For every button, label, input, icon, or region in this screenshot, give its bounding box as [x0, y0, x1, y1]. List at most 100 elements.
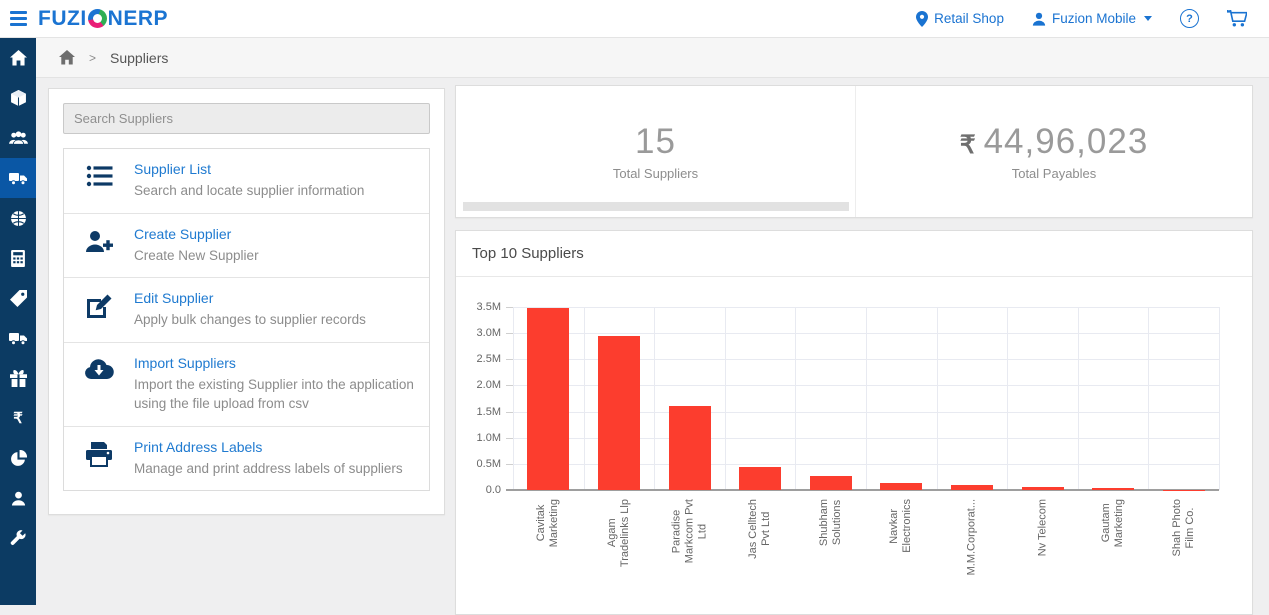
chevron-down-icon: [1144, 16, 1152, 21]
gridline-vertical: [654, 307, 655, 490]
user-plus-icon: [64, 226, 134, 254]
rupee-currency-symbol: ₹: [960, 131, 976, 159]
y-axis-tick: [506, 307, 513, 308]
y-axis-label: 1.5M: [456, 406, 501, 418]
sidebar-item-promotions[interactable]: [0, 358, 36, 398]
app-logo[interactable]: FUZI NERP: [38, 7, 168, 31]
print-address-labels-link[interactable]: Print Address Labels: [134, 439, 262, 455]
y-axis-tick: [506, 412, 513, 413]
x-axis-label: Shah Photo Film Co.: [1184, 499, 1210, 562]
rupee-icon: ₹: [13, 409, 23, 427]
sidebar-item-suppliers[interactable]: [0, 158, 36, 198]
x-axis-label: Jas Celltech Pvt Ltd: [760, 499, 786, 564]
supplier-list-desc: Search and locate supplier information: [134, 181, 421, 201]
sidebar-item-products[interactable]: [0, 78, 36, 118]
user-menu[interactable]: Fuzion Mobile: [1032, 11, 1152, 26]
gridline-vertical: [795, 307, 796, 490]
truck-icon: [9, 171, 28, 186]
logo-circle-icon: [88, 9, 107, 28]
total-suppliers-stat: 15 Total Suppliers: [456, 86, 856, 217]
topbar-actions: Retail Shop Fuzion Mobile ?: [916, 9, 1247, 28]
logo-text-suffix: NERP: [108, 7, 168, 31]
breadcrumb-current-page: Suppliers: [110, 50, 168, 66]
chart-bar: [598, 336, 640, 490]
store-label: Retail Shop: [934, 11, 1004, 26]
location-pin-icon: [916, 11, 928, 27]
sidebar-item-profile[interactable]: [0, 478, 36, 518]
total-suppliers-value: 15: [635, 122, 676, 162]
user-icon: [1032, 12, 1046, 26]
y-axis-label: 1.0M: [456, 432, 501, 444]
cart-icon[interactable]: [1227, 10, 1247, 27]
y-axis-label: 0.5M: [456, 458, 501, 470]
calculator-icon: [11, 250, 25, 267]
chart-bar: [1022, 487, 1064, 490]
menu-item-print-address-labels[interactable]: Print Address Labels Manage and print ad…: [64, 426, 429, 491]
y-axis-label: 3.0M: [456, 327, 501, 339]
stats-horizontal-scrollbar[interactable]: [463, 202, 849, 211]
gridline-vertical: [1148, 307, 1149, 490]
x-axis-label: Cavitak Marketing: [548, 499, 574, 552]
menu-item-supplier-list[interactable]: Supplier List Search and locate supplier…: [64, 149, 429, 213]
top-suppliers-chart-card: Top 10 Suppliers 0.00.5M1.0M1.5M2.0M2.5M…: [455, 230, 1253, 615]
y-axis-tick: [506, 359, 513, 360]
total-payables-label: Total Payables: [1012, 166, 1097, 181]
gridline-vertical: [1219, 307, 1220, 490]
gridline-horizontal: [513, 333, 1219, 334]
help-glyph: ?: [1186, 13, 1193, 25]
printer-icon: [64, 439, 134, 467]
chart-bar: [1092, 488, 1134, 490]
edit-supplier-link[interactable]: Edit Supplier: [134, 290, 213, 306]
user-label: Fuzion Mobile: [1052, 11, 1136, 26]
y-axis-tick: [506, 385, 513, 386]
hamburger-menu-icon[interactable]: [0, 0, 36, 38]
chart-bar: [810, 476, 852, 490]
main-content: Supplier List Search and locate supplier…: [36, 78, 1269, 605]
create-supplier-desc: Create New Supplier: [134, 246, 421, 266]
menu-item-create-supplier[interactable]: Create Supplier Create New Supplier: [64, 213, 429, 278]
chart-bar: [951, 485, 993, 490]
gridline-vertical: [584, 307, 585, 490]
help-button[interactable]: ?: [1180, 9, 1199, 28]
print-address-labels-desc: Manage and print address labels of suppl…: [134, 459, 421, 479]
chart-bar: [669, 406, 711, 490]
menu-item-edit-supplier[interactable]: Edit Supplier Apply bulk changes to supp…: [64, 277, 429, 342]
users-icon: [9, 131, 28, 146]
sidebar-item-home[interactable]: [0, 38, 36, 78]
sidebar-item-web[interactable]: [0, 198, 36, 238]
home-icon: [10, 50, 27, 66]
search-input[interactable]: [63, 103, 430, 134]
sidebar-item-shipping[interactable]: [0, 318, 36, 358]
sidebar-item-finance[interactable]: ₹: [0, 398, 36, 438]
total-suppliers-label: Total Suppliers: [613, 166, 698, 181]
store-selector[interactable]: Retail Shop: [916, 11, 1004, 27]
supplier-list-link[interactable]: Supplier List: [134, 161, 211, 177]
sidebar-item-reports[interactable]: [0, 438, 36, 478]
sidebar-item-settings[interactable]: [0, 518, 36, 558]
left-sidebar-nav: ₹: [0, 38, 36, 605]
chart-bar: [739, 467, 781, 490]
x-axis-label: Gautam Marketing: [1113, 499, 1139, 552]
y-axis-tick: [506, 438, 513, 439]
gridline-vertical: [937, 307, 938, 490]
breadcrumb: > Suppliers: [36, 38, 1269, 78]
gridline-vertical: [1078, 307, 1079, 490]
sidebar-item-accounting[interactable]: [0, 238, 36, 278]
cloud-download-icon: [64, 355, 134, 380]
import-suppliers-link[interactable]: Import Suppliers: [134, 355, 236, 371]
logo-text-prefix: FUZI: [38, 7, 87, 31]
breadcrumb-home-icon[interactable]: [59, 50, 75, 65]
y-axis-label: 0.0: [456, 484, 501, 496]
edit-icon: [64, 290, 134, 319]
sidebar-item-customers[interactable]: [0, 118, 36, 158]
y-axis-tick: [506, 333, 513, 334]
menu-item-import-suppliers[interactable]: Import Suppliers Import the existing Sup…: [64, 342, 429, 426]
create-supplier-link[interactable]: Create Supplier: [134, 226, 231, 242]
truck-icon: [9, 331, 28, 346]
gridline-vertical: [866, 307, 867, 490]
top-suppliers-bar-chart: 0.00.5M1.0M1.5M2.0M2.5M3.0M3.5MCavitak M…: [456, 277, 1254, 613]
supplier-menu-list: Supplier List Search and locate supplier…: [63, 148, 430, 491]
sidebar-item-pricing[interactable]: [0, 278, 36, 318]
gift-icon: [10, 370, 27, 387]
x-axis-label: Nv Telecom: [1043, 499, 1056, 561]
